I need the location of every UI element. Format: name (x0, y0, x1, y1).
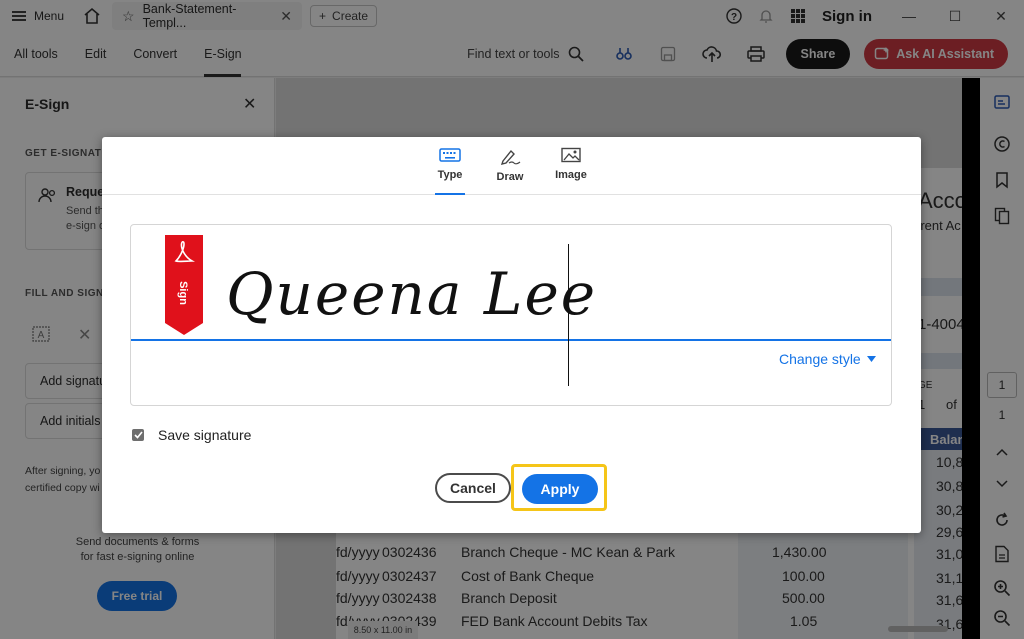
apply-highlight: Apply (511, 464, 607, 511)
signature-canvas[interactable]: Sign Queena Lee Change style (130, 224, 892, 406)
tab-image-label: Image (555, 169, 587, 181)
text-cursor (568, 244, 569, 386)
save-signature-label: Save signature (158, 427, 252, 443)
signature-dialog: Type Draw Image Sign Queena Lee Change s… (102, 137, 921, 533)
keyboard-icon (439, 148, 461, 162)
change-style-dropdown[interactable]: Change style (779, 351, 876, 367)
image-icon (561, 147, 581, 163)
tab-draw[interactable]: Draw (485, 147, 535, 195)
change-style-label: Change style (779, 351, 861, 367)
adobe-sign-flag: Sign (165, 235, 203, 335)
caret-down-icon (866, 356, 876, 362)
tab-image[interactable]: Image (546, 147, 596, 195)
save-signature-checkbox[interactable]: Save signature (132, 427, 251, 443)
pen-draw-icon (500, 149, 521, 165)
signature-method-tabs: Type Draw Image (102, 137, 921, 195)
tab-type-label: Type (437, 169, 463, 181)
sign-flag-label: Sign (177, 281, 189, 305)
checkbox-checked-icon[interactable] (132, 429, 144, 441)
tab-draw-label: Draw (496, 171, 524, 183)
apply-button[interactable]: Apply (522, 474, 598, 504)
cancel-button[interactable]: Cancel (435, 473, 511, 503)
signature-baseline (131, 339, 891, 341)
typed-signature: Queena Lee (226, 260, 598, 328)
tab-type[interactable]: Type (425, 147, 475, 195)
